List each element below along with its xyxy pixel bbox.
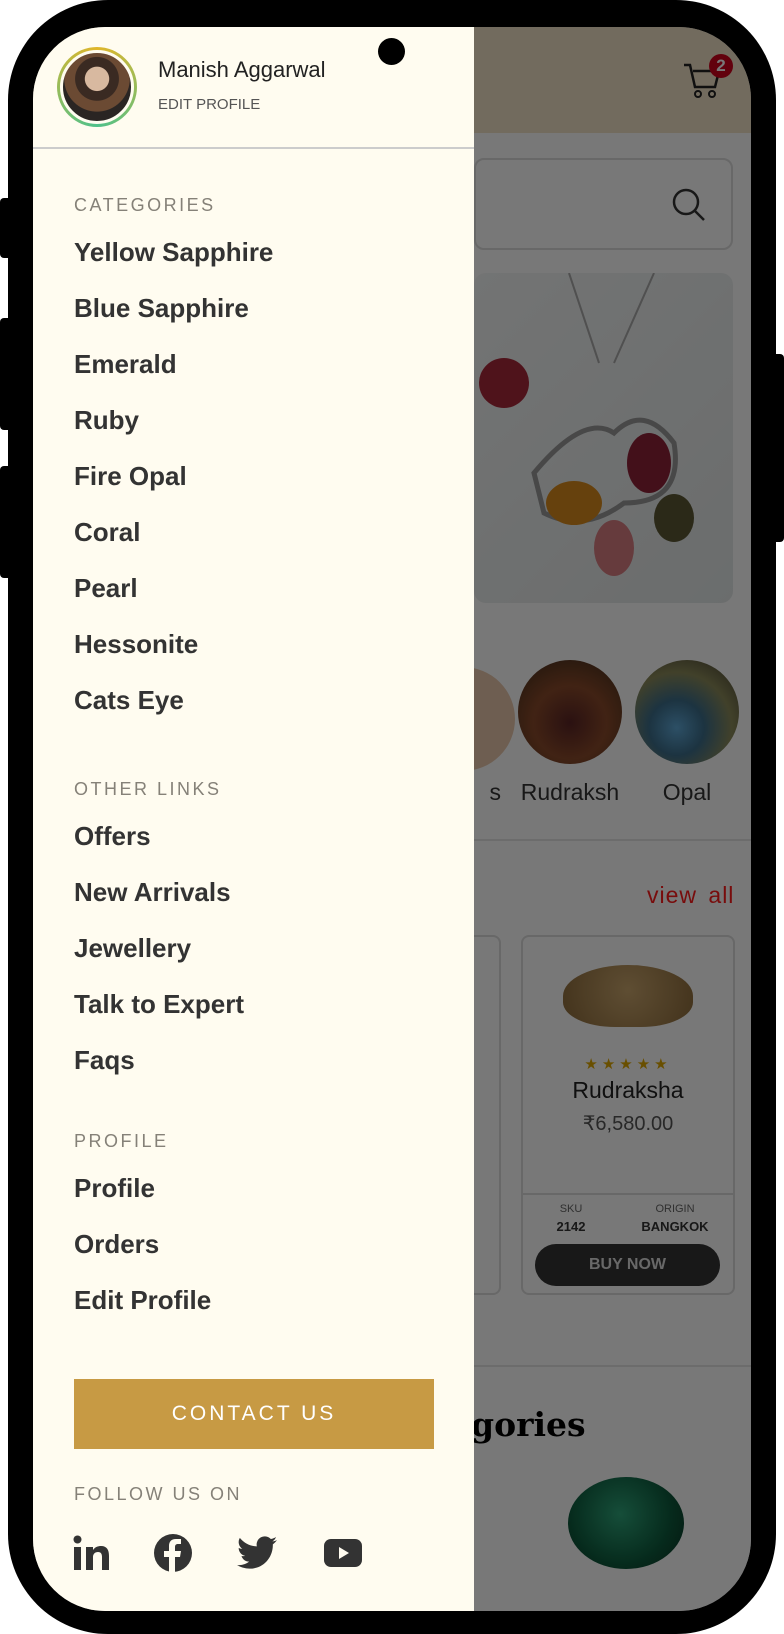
side-button <box>0 318 12 430</box>
linkedin-icon <box>73 1535 109 1570</box>
follow-us-heading: FOLLOW US ON <box>74 1484 243 1504</box>
star-rating: ★★★★★ <box>584 1056 672 1073</box>
menu-item-cats-eye[interactable]: Cats Eye <box>74 685 184 716</box>
product-card[interactable]: ★★★★★ Rudraksha ₹6,580.00 SKU 2142 ORIGI… <box>521 935 735 1295</box>
menu-item-pearl[interactable]: Pearl <box>74 573 138 604</box>
menu-item-emerald[interactable]: Emerald <box>74 349 177 380</box>
product-name: Rudraksha <box>572 1077 684 1103</box>
side-drawer: Manish Aggarwal EDIT PROFILE CATEGORIES … <box>33 27 474 1611</box>
youtube-button[interactable] <box>322 1532 364 1574</box>
camera-cutout <box>378 38 405 65</box>
emerald-image <box>568 1477 684 1569</box>
menu-item-coral[interactable]: Coral <box>74 517 140 548</box>
sku-value: 2142 <box>556 1219 586 1234</box>
menu-item-jewellery[interactable]: Jewellery <box>74 933 191 964</box>
category-circle-opal[interactable] <box>635 660 739 764</box>
menu-item-ruby[interactable]: Ruby <box>74 405 139 436</box>
side-button <box>772 354 784 542</box>
sku-label: SKU <box>559 1203 583 1215</box>
menu-item-talk-to-expert[interactable]: Talk to Expert <box>74 989 244 1020</box>
search-input[interactable] <box>474 158 733 250</box>
menu-item-edit-profile[interactable]: Edit Profile <box>74 1285 211 1316</box>
linkedin-button[interactable] <box>71 1532 113 1574</box>
category-label: Opal <box>662 779 712 805</box>
cart-badge: 2 <box>709 54 733 78</box>
menu-item-offers[interactable]: Offers <box>74 821 151 852</box>
rudraksha-image <box>563 965 693 1027</box>
edit-profile-link[interactable]: EDIT PROFILE <box>158 96 260 113</box>
facebook-button[interactable] <box>152 1532 194 1574</box>
menu-item-faqs[interactable]: Faqs <box>74 1045 135 1076</box>
twitter-button[interactable] <box>236 1532 278 1574</box>
search-icon <box>672 188 705 221</box>
banner-image[interactable] <box>474 272 733 603</box>
category-label: Rudraksh <box>520 779 620 805</box>
side-button <box>0 198 12 258</box>
buy-now-button[interactable]: BUY NOW <box>535 1244 720 1286</box>
product-price: ₹6,580.00 <box>582 1113 674 1135</box>
menu-item-profile[interactable]: Profile <box>74 1173 155 1204</box>
twitter-icon <box>237 1536 277 1569</box>
menu-item-fire-opal[interactable]: Fire Opal <box>74 461 187 492</box>
divider <box>523 1193 733 1195</box>
menu-item-hessonite[interactable]: Hessonite <box>74 629 198 660</box>
origin-label: ORIGIN <box>655 1203 695 1215</box>
menu-item-yellow-sapphire[interactable]: Yellow Sapphire <box>74 237 273 268</box>
menu-item-blue-sapphire[interactable]: Blue Sapphire <box>74 293 249 324</box>
menu-item-new-arrivals[interactable]: New Arrivals <box>74 877 231 908</box>
view-all-link[interactable]: view all <box>647 882 734 909</box>
other-links-heading: OTHER LINKS <box>74 779 222 799</box>
avatar[interactable] <box>57 47 137 127</box>
divider <box>474 1365 751 1367</box>
profile-heading: PROFILE <box>74 1131 169 1151</box>
categories-heading: CATEGORIES <box>74 195 216 215</box>
cart-button[interactable]: 2 <box>681 54 733 107</box>
facebook-icon <box>154 1534 192 1573</box>
youtube-icon <box>324 1539 362 1567</box>
side-button <box>0 466 12 578</box>
contact-us-button[interactable]: CONTACT US <box>74 1379 434 1449</box>
origin-value: BANGKOK <box>641 1219 709 1234</box>
user-name: Manish Aggarwal <box>158 57 326 82</box>
section-title: gories <box>471 1405 586 1444</box>
divider <box>33 147 474 149</box>
divider <box>474 839 751 841</box>
menu-item-orders[interactable]: Orders <box>74 1229 159 1260</box>
screen: 2 s Rudraksh Opal view all ★★★★★ Rudraks… <box>33 27 751 1611</box>
category-circle-rudraksh[interactable] <box>518 660 622 764</box>
necklace-image <box>479 272 694 576</box>
